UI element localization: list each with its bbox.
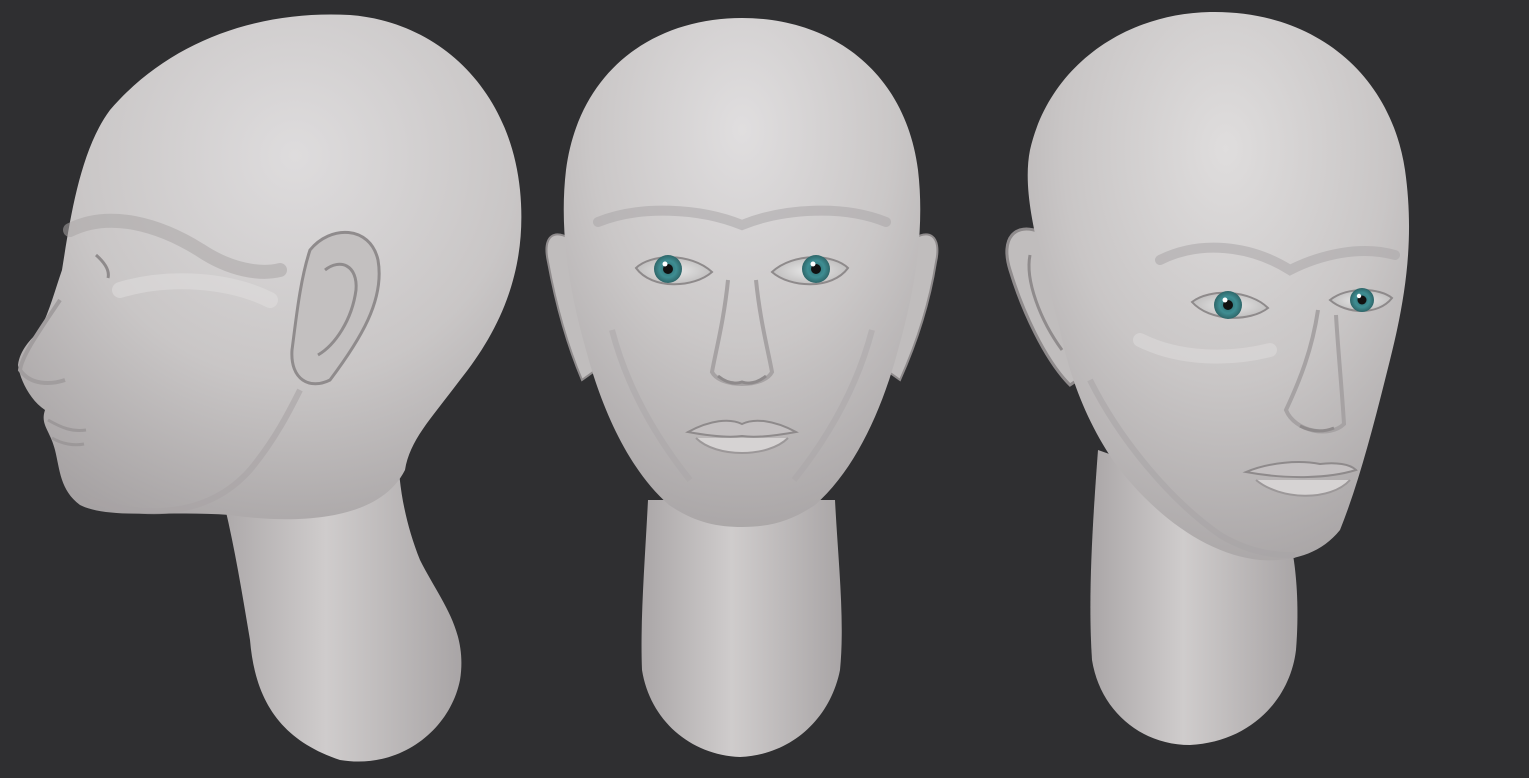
front-head: [545, 18, 939, 757]
tq-skull: [1027, 11, 1410, 561]
front-neck: [641, 500, 842, 757]
head-sculpt-render: [17, 11, 1410, 762]
sculpt-viewport: [0, 0, 1529, 778]
three-quarter-head: [1005, 11, 1410, 745]
side-profile-head: [17, 14, 522, 762]
